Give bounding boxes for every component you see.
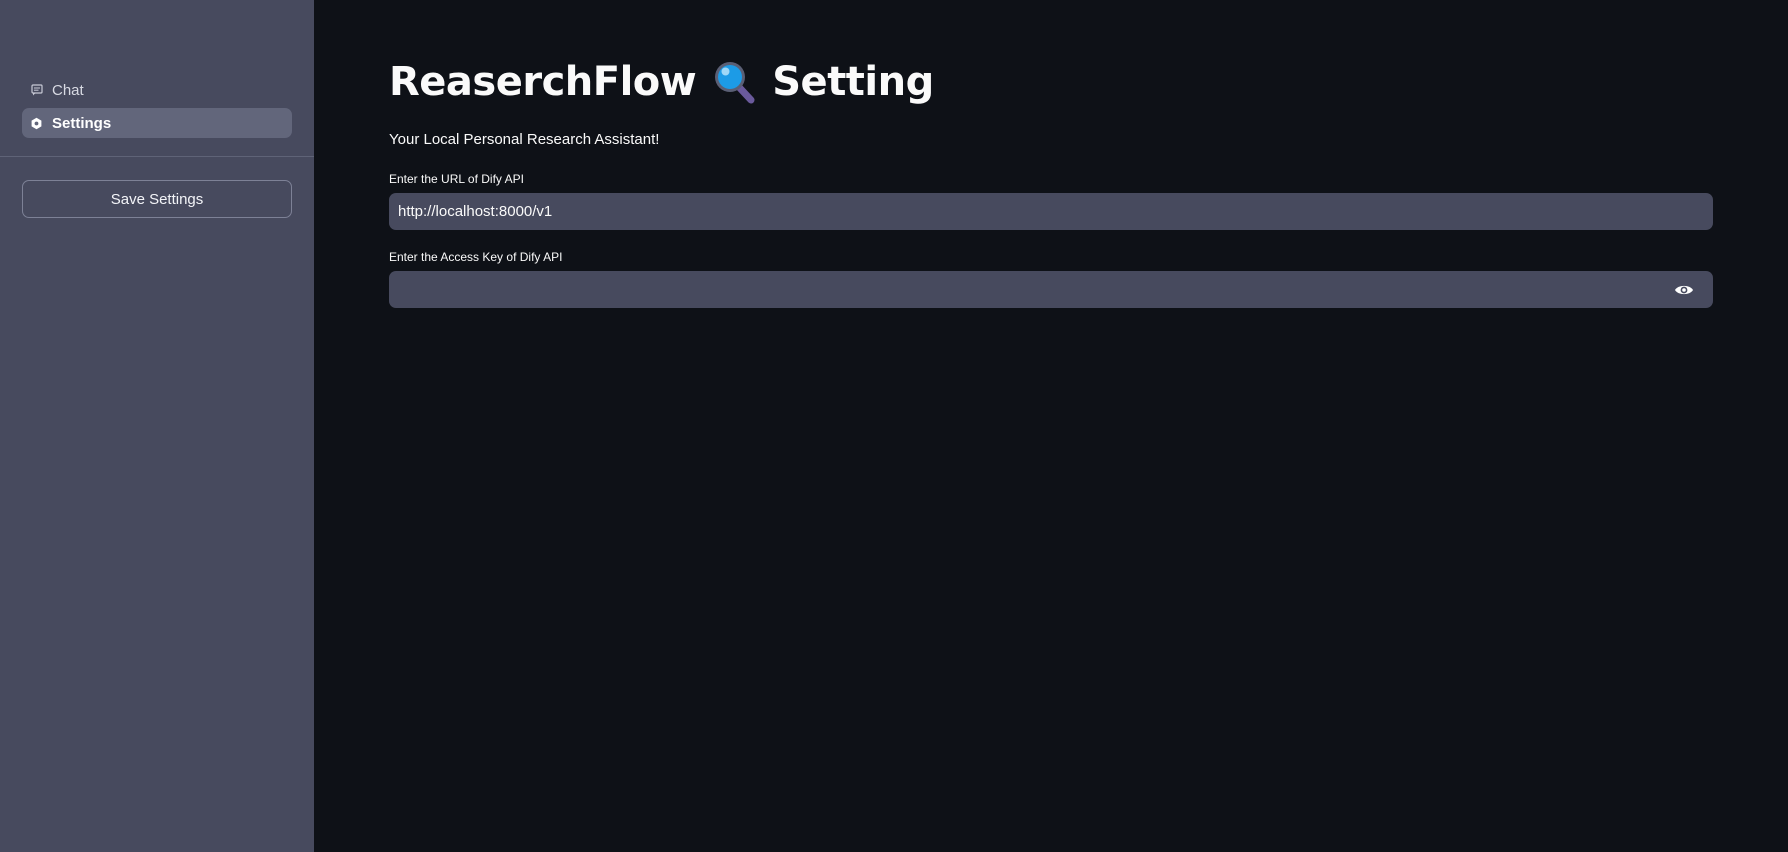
title-text-app-name: ReaserchFlow <box>389 59 697 105</box>
settings-gear-icon <box>30 117 43 130</box>
sidebar-item-label: Chat <box>52 81 84 99</box>
access-key-field-container <box>389 271 1713 308</box>
chat-icon <box>30 84 43 97</box>
sidebar-item-label: Settings <box>52 114 112 132</box>
access-key-field-label: Enter the Access Key of Dify API <box>389 250 563 264</box>
sidebar-item-chat[interactable]: Chat <box>22 75 292 105</box>
main-content: ReaserchFlow Setting Your Local Personal… <box>314 0 1788 852</box>
app-window: Chat Settings Save Settings ReaserchFlow <box>0 0 1788 852</box>
sidebar-item-settings[interactable]: Settings <box>22 108 292 138</box>
url-field-label: Enter the URL of Dify API <box>389 172 524 186</box>
page-title: ReaserchFlow Setting <box>389 58 934 106</box>
dify-url-input[interactable] <box>389 193 1713 230</box>
sidebar: Chat Settings Save Settings <box>0 0 314 852</box>
dify-access-key-input[interactable] <box>389 271 1672 308</box>
magnifier-icon <box>710 58 758 106</box>
title-text-page-name: Setting <box>772 59 934 105</box>
sidebar-divider <box>0 156 314 157</box>
save-settings-button[interactable]: Save Settings <box>22 180 292 218</box>
url-field-container <box>389 193 1713 230</box>
eye-icon[interactable] <box>1672 278 1696 302</box>
sidebar-nav: Chat Settings <box>22 75 292 141</box>
page-subtitle: Your Local Personal Research Assistant! <box>389 131 660 148</box>
